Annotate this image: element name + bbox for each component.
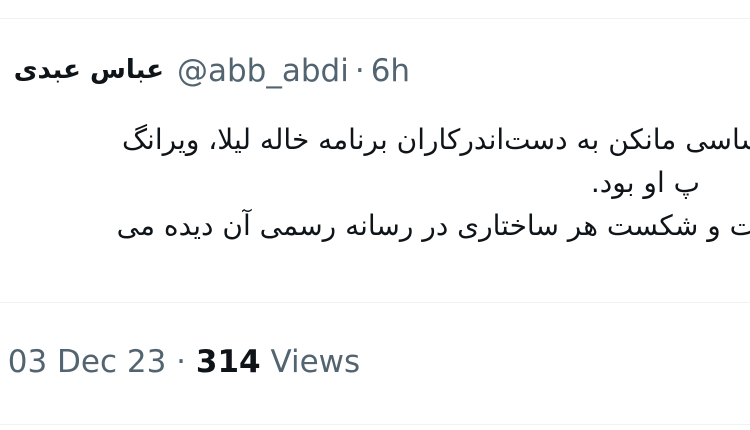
tweet-text-line: ت و شکست هر ساختاری در رسانه رسمی آن دید…	[116, 209, 750, 242]
tweet-header: عباس عبدی @abb_abdi · 6h	[0, 53, 750, 95]
author-meta: @abb_abdi · 6h	[177, 53, 410, 89]
bottom-divider	[0, 424, 750, 425]
tweet-timestamp[interactable]: 6h	[371, 53, 410, 89]
tweet-card: عباس عبدی @abb_abdi · 6h ساسی مانکن به دست…	[0, 0, 750, 430]
tweet-text-line: پ او بود.	[590, 166, 700, 199]
tweet-footer: · 03 Dec 23 · 314 Views	[0, 344, 360, 380]
author-display-name[interactable]: عباس عبدی	[0, 55, 164, 85]
tweet-text-line: ساسی مانکن به دست‌اندرکاران برنامه خاله …	[121, 123, 750, 156]
meta-separator: ·	[354, 53, 365, 89]
footer-separator: ·	[176, 344, 187, 380]
views-label: Views	[270, 344, 361, 380]
tweet-body: ساسی مانکن به دست‌اندرکاران برنامه خاله …	[0, 118, 750, 247]
tweet-date[interactable]: 03 Dec 23	[8, 344, 167, 380]
views-count: 314	[195, 344, 261, 380]
section-divider	[0, 302, 750, 303]
author-handle[interactable]: @abb_abdi	[177, 53, 349, 89]
top-divider	[0, 18, 750, 19]
